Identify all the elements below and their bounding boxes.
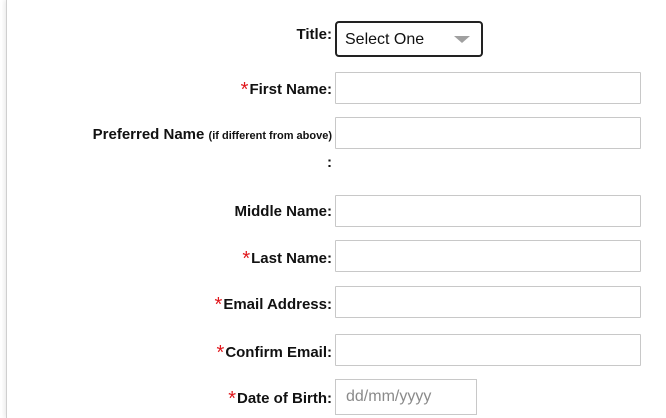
preferred-name-input[interactable] [335,117,641,149]
personal-details-form: Title: Select One *First Name: Preferred… [6,0,666,418]
date-of-birth-label: *Date of Birth: [228,387,332,410]
title-select[interactable]: Select One [335,21,483,57]
confirm-email-label-text: Confirm Email: [225,344,332,361]
first-name-input[interactable] [335,72,641,104]
date-of-birth-input[interactable]: dd/mm/yyyy [335,379,477,415]
title-label: Title: [296,26,332,43]
date-of-birth-label-text: Date of Birth: [237,390,332,407]
date-of-birth-placeholder: dd/mm/yyyy [346,388,432,405]
middle-name-input[interactable] [335,195,641,227]
last-name-label: *Last Name: [242,247,332,270]
required-asterisk: * [242,248,251,270]
last-name-input[interactable] [335,240,641,272]
chevron-down-icon [454,36,470,43]
last-name-label-text: Last Name: [251,250,332,267]
email-label: *Email Address: [214,293,332,316]
required-asterisk: * [214,294,223,316]
first-name-label-text: First Name: [249,81,332,98]
confirm-email-label: *Confirm Email: [216,341,332,364]
required-asterisk: * [240,79,249,101]
first-name-label: *First Name: [240,78,332,101]
email-input[interactable] [335,286,641,318]
required-asterisk: * [216,342,225,364]
required-asterisk: * [228,388,236,410]
confirm-email-input[interactable] [335,334,641,366]
preferred-name-sublabel: (if different from above) [208,130,332,142]
preferred-name-label-text: Preferred Name [92,126,205,143]
middle-name-label: Middle Name: [234,203,332,220]
title-select-value: Select One [345,31,425,48]
preferred-name-colon: : [327,154,332,171]
email-label-text: Email Address: [223,296,332,313]
preferred-name-label: Preferred Name (if different from above) [93,126,332,143]
